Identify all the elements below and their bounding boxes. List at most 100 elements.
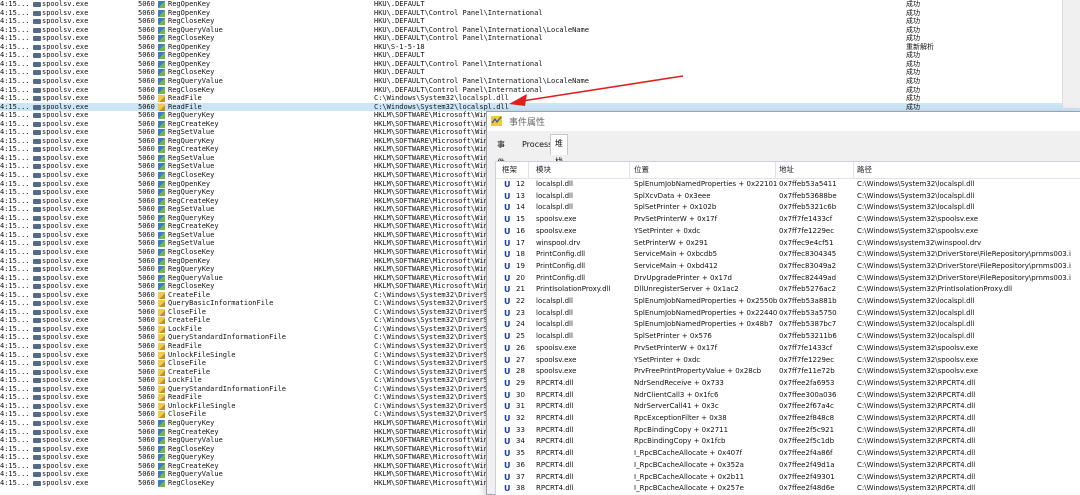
frame-path: C:\Windows\System32\localspl.dll xyxy=(857,332,975,341)
frame-address: 0x7ffee2f49d1a xyxy=(779,460,835,469)
frame-module: winspool.drv xyxy=(536,238,581,247)
frame-module: RPCRT4.dll xyxy=(536,378,574,387)
stack-panel: 框架 模块 位置 地址 路径 U 12 localspl.dll SplEnumJob… xyxy=(495,161,1080,495)
stack-row[interactable]: U 26 spoolsv.exe PrvSetPrinterW + 0x17f 0x7f… xyxy=(496,343,1080,355)
frame-location: RpcBindingCopy + 0x1fcb xyxy=(634,437,726,446)
tab-2[interactable]: 堆栈 xyxy=(550,134,568,166)
stack-row[interactable]: U 16 spoolsv.exe YSetPrinter + 0xdc 0x7ff7fe… xyxy=(496,226,1080,238)
stack-row[interactable]: U 32 RPCRT4.dll RpcExceptionFilter + 0x38 0x… xyxy=(496,413,1080,425)
stack-row[interactable]: U 33 RPCRT4.dll RpcBindingCopy + 0x2711 0x7f… xyxy=(496,425,1080,437)
frame-location: SplEnumJobNamedProperties + 0x22101 xyxy=(634,180,778,188)
user-mode-icon: U xyxy=(504,238,511,248)
frame-location: YSetPrinter + 0xdc xyxy=(634,355,701,364)
frame-module: RPCRT4.dll xyxy=(536,437,574,446)
frame-module: spoolsv.exe xyxy=(536,367,577,376)
stack-table-header: 框架 模块 位置 地址 路径 xyxy=(496,162,1080,179)
frame-location: SplSetPrinter + 0x576 xyxy=(634,332,712,341)
frame-module: localspl.dll xyxy=(536,203,573,212)
frame-address: 0x7ffee2f67a4c xyxy=(779,402,834,411)
stack-row[interactable]: U 38 RPCRT4.dll I_RpcBCacheAllocate + 0x257… xyxy=(496,483,1080,495)
stack-row[interactable]: U 13 localspl.dll SplXcvData + 0x3eee 0x7ffe… xyxy=(496,191,1080,203)
user-mode-icon: U xyxy=(504,332,511,342)
frame-location: I_RpcBCacheAllocate + 0x407f xyxy=(634,449,743,458)
frame-location: YSetPrinter + 0xdc xyxy=(634,226,701,235)
stack-row[interactable]: U 15 spoolsv.exe PrvSetPrinterW + 0x17f 0x7f… xyxy=(496,214,1080,226)
stack-table: 框架 模块 位置 地址 路径 U 12 localspl.dll SplEnumJob… xyxy=(496,162,1080,495)
frame-path: C:\Windows\System32\spoolsv.exe xyxy=(857,367,979,376)
frame-module: RPCRT4.dll xyxy=(536,449,574,458)
stack-row[interactable]: U 18 PrintConfig.dll ServiceMain + 0xbcdb5 0… xyxy=(496,249,1080,261)
frame-location: SplEnumJobNamedProperties + 0x2550b xyxy=(634,297,778,305)
frame-address: 0x7ffee2f848c8 xyxy=(779,414,835,422)
frame-location: DrvUpgradePrinter + 0x17d xyxy=(634,273,732,282)
col-frame-header[interactable]: 框架 xyxy=(502,162,517,178)
frame-address: 0x7ffec82449ad xyxy=(779,273,837,282)
user-mode-icon: U xyxy=(504,437,511,447)
user-mode-icon: U xyxy=(504,460,511,470)
frame-location: PrvSetPrinterW + 0x17f xyxy=(634,343,718,352)
frame-number: 29 xyxy=(516,378,525,387)
stack-row[interactable]: U 37 RPCRT4.dll I_RpcBCacheAllocate + 0x2b1… xyxy=(496,472,1080,484)
user-mode-icon: U xyxy=(504,343,511,353)
stack-row[interactable]: U 27 spoolsv.exe YSetPrinter + 0xdc 0x7ff7fe… xyxy=(496,355,1080,367)
tab-0[interactable]: 事件 xyxy=(493,136,509,167)
frame-path: C:\Windows\System32\localspl.dll xyxy=(857,297,975,305)
col-location-header[interactable]: 位置 xyxy=(634,162,649,178)
frame-address: 0x7ffec8304345 xyxy=(779,250,837,259)
frame-address: 0x7ffee2f48d6e xyxy=(779,484,835,493)
frame-location: PrvFreePrintPropertyValue + 0x28cb xyxy=(634,367,762,376)
stack-row[interactable]: U 34 RPCRT4.dll RpcBindingCopy + 0x1fcb 0x7f… xyxy=(496,436,1080,448)
stack-row[interactable]: U 36 RPCRT4.dll I_RpcBCacheAllocate + 0x352… xyxy=(496,460,1080,472)
frame-number: 14 xyxy=(516,203,525,212)
frame-number: 34 xyxy=(516,437,525,446)
frame-module: RPCRT4.dll xyxy=(536,402,574,411)
stack-row[interactable]: U 21 PrintIsolationProxy.dll DllUnregisterS… xyxy=(496,284,1080,296)
stack-row[interactable]: U 30 RPCRT4.dll NdrClientCall3 + 0x1fc6 0x7f… xyxy=(496,390,1080,402)
frame-module: PrintConfig.dll xyxy=(536,250,586,259)
stack-row[interactable]: U 29 RPCRT4.dll NdrSendReceive + 0x733 0x7ff… xyxy=(496,378,1080,390)
stack-row[interactable]: U 22 localspl.dll SplEnumJobNamedProperties… xyxy=(496,296,1080,308)
frame-module: RPCRT4.dll xyxy=(536,425,574,434)
frame-path: C:\Windows\System32\RPCRT4.dll xyxy=(857,414,976,422)
frame-address: 0x7ff7fe1229ec xyxy=(779,226,835,235)
stack-row[interactable]: U 35 RPCRT4.dll I_RpcBCacheAllocate + 0x407… xyxy=(496,448,1080,460)
col-address-header[interactable]: 地址 xyxy=(779,162,794,178)
stack-row[interactable]: U 19 PrintConfig.dll ServiceMain + 0xbd412 0… xyxy=(496,261,1080,273)
user-mode-icon: U xyxy=(504,320,511,330)
frame-path: C:\Windows\System32\localspl.dll xyxy=(857,191,975,200)
user-mode-icon: U xyxy=(504,308,511,318)
frame-module: RPCRT4.dll xyxy=(536,472,574,481)
frame-address: 0x7ff7fe11e72b xyxy=(779,367,835,376)
frame-path: C:\Windows\System32\spoolsv.exe xyxy=(857,355,979,364)
user-mode-icon: U xyxy=(504,484,511,494)
frame-number: 19 xyxy=(516,261,525,270)
frame-address: 0x7ffec83049a2 xyxy=(779,261,837,270)
frame-location: SetPrinterW + 0x291 xyxy=(634,238,708,247)
frame-location: SplSetPrinter + 0x102b xyxy=(634,203,717,212)
stack-row[interactable]: U 17 winspool.drv SetPrinterW + 0x291 0x7ffe… xyxy=(496,238,1080,250)
stack-row[interactable]: U 14 localspl.dll SplSetPrinter + 0x102b 0x7… xyxy=(496,202,1080,214)
frame-number: 26 xyxy=(516,343,525,352)
stack-row[interactable]: U 25 localspl.dll SplSetPrinter + 0x576 0x7f… xyxy=(496,331,1080,343)
user-mode-icon: U xyxy=(504,191,511,201)
frame-number: 20 xyxy=(516,273,525,282)
frame-number: 38 xyxy=(516,484,525,493)
stack-row[interactable]: U 28 spoolsv.exe PrvFreePrintPropertyValue … xyxy=(496,366,1080,378)
stack-row[interactable]: U 23 localspl.dll SplEnumJobNamedProperties… xyxy=(496,308,1080,320)
frame-path: C:\Windows\System32\DriverStore\FileRepo… xyxy=(857,273,1071,282)
user-mode-icon: U xyxy=(504,285,511,295)
frame-number: 23 xyxy=(516,308,525,317)
frame-path: C:\Windows\System32\RPCRT4.dll xyxy=(857,425,976,434)
frame-address: 0x7ff7fe1433cf xyxy=(779,343,833,352)
frame-number: 35 xyxy=(516,449,525,458)
frame-module: spoolsv.exe xyxy=(536,343,577,352)
stack-row[interactable]: U 20 PrintConfig.dll DrvUpgradePrinter + 0x… xyxy=(496,273,1080,285)
frame-path: C:\Windows\System32\RPCRT4.dll xyxy=(857,437,976,446)
stack-row[interactable]: U 24 localspl.dll SplEnumJobNamedProperties… xyxy=(496,319,1080,331)
frame-number: 37 xyxy=(516,472,525,481)
stack-row[interactable]: U 12 localspl.dll SplEnumJobNamedProperties… xyxy=(496,179,1080,191)
col-module-header[interactable]: 模块 xyxy=(536,162,551,178)
stack-row[interactable]: U 31 RPCRT4.dll NdrServerCall41 + 0x3c 0x7ff… xyxy=(496,401,1080,413)
frame-number: 27 xyxy=(516,355,525,364)
col-path-header[interactable]: 路径 xyxy=(857,162,872,178)
